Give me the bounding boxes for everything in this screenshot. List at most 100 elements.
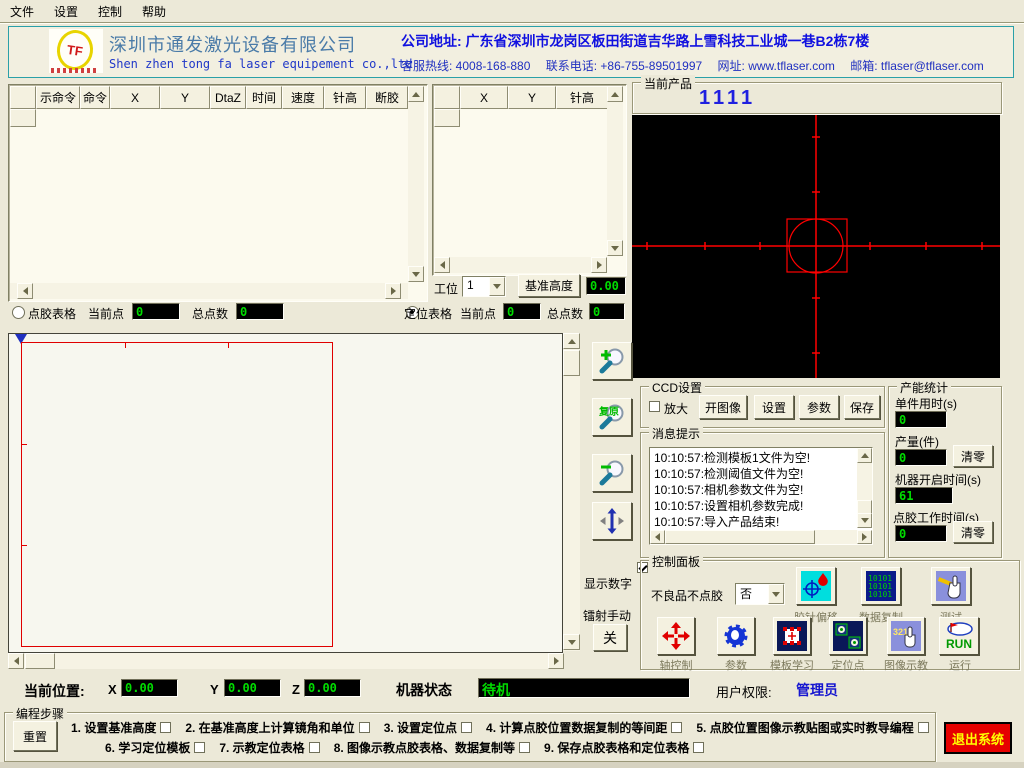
step-9-checkbox[interactable] (693, 742, 704, 753)
zoom-out-button[interactable] (592, 454, 632, 492)
dispense-table[interactable]: 示命令 命令 X Y DtaZ 时间 速度 针高 断胶 (8, 84, 428, 302)
step-1-checkbox[interactable] (160, 722, 171, 733)
step-3-checkbox[interactable] (461, 722, 472, 733)
message-group: 消息提示 10:10:57:检测模板1文件为空! 10:10:57:检测阈值文件… (640, 432, 885, 558)
locate-table[interactable]: X Y 针高 (432, 84, 627, 276)
step-8-checkbox[interactable] (519, 742, 530, 753)
scroll-right-icon[interactable] (385, 283, 401, 299)
run-button[interactable]: RUN (939, 617, 979, 655)
locate-point-button[interactable] (829, 617, 867, 655)
ccd-zoom-checkbox[interactable] (649, 401, 660, 412)
skip-defect-select[interactable]: 否 (735, 583, 785, 605)
axis-control-button[interactable] (657, 617, 695, 655)
scroll-right-icon[interactable] (591, 257, 607, 273)
col-time[interactable]: 时间 (246, 86, 282, 109)
clear-worktime-button[interactable]: 清零 (953, 521, 993, 543)
col-x[interactable]: X (460, 86, 508, 109)
col-glue-break[interactable]: 断胶 (366, 86, 408, 109)
menu-bar: 文件 设置 控制 帮助 (0, 0, 1024, 23)
ccd-save-button[interactable]: 保存 (844, 395, 880, 419)
needle-offset-button[interactable] (796, 567, 836, 605)
reset-button[interactable]: 重置 (13, 721, 57, 751)
image-teach-button[interactable]: 321 (887, 617, 925, 655)
base-height-button[interactable]: 基准高度 (518, 274, 580, 297)
col-needle-height[interactable]: 针高 (556, 86, 608, 109)
menu-control[interactable]: 控制 (88, 0, 132, 23)
hscroll-thumb[interactable] (665, 530, 815, 544)
fit-view-button[interactable] (592, 502, 632, 540)
scroll-right-icon[interactable] (548, 653, 564, 669)
scroll-left-icon[interactable] (650, 530, 665, 544)
run-icon: RUN (943, 621, 975, 651)
station-select[interactable]: 1 (462, 276, 506, 297)
scroll-left-icon[interactable] (17, 283, 33, 299)
scroll-up-icon[interactable] (857, 448, 872, 463)
col-command[interactable]: 命令 (80, 86, 110, 109)
laser-toggle-button[interactable]: 关 (593, 624, 627, 651)
dispense-radio-label[interactable]: 点胶表格 (28, 305, 76, 322)
unit-time-value: 0 (895, 411, 947, 428)
unit-time-label: 单件用时(s) (895, 395, 957, 412)
col-speed[interactable]: 速度 (282, 86, 324, 109)
step-7-checkbox[interactable] (309, 742, 320, 753)
restore-view-button[interactable]: 复原 (592, 398, 632, 436)
x-label: X (108, 682, 117, 697)
test-button[interactable] (931, 567, 971, 605)
vscroll-thumb[interactable] (563, 350, 580, 376)
open-image-button[interactable]: 开图像 (699, 395, 747, 419)
scroll-up-icon[interactable] (607, 86, 623, 102)
dispense-vscroll[interactable] (408, 86, 424, 282)
dispense-table-header: 示命令 命令 X Y DtaZ 时间 速度 针高 断胶 (10, 86, 408, 109)
scroll-down-icon[interactable] (563, 634, 580, 650)
scroll-down-icon[interactable] (857, 513, 872, 528)
y-label: Y (210, 682, 219, 697)
hscroll-thumb[interactable] (25, 653, 55, 669)
col-dtaz[interactable]: DtaZ (210, 86, 246, 109)
exit-system-button[interactable]: 退出系统 (944, 722, 1012, 754)
locate-point-icon (833, 621, 863, 651)
locate-radio-label[interactable]: 定位表格 (404, 305, 452, 322)
canvas-vscroll[interactable] (563, 333, 580, 651)
step-5-checkbox[interactable] (918, 722, 929, 733)
chevron-down-icon[interactable] (489, 277, 505, 296)
dispense-table-radio[interactable] (12, 306, 25, 319)
scroll-right-icon[interactable] (857, 530, 872, 544)
col-needle-height[interactable]: 针高 (324, 86, 366, 109)
vscroll-thumb[interactable] (857, 500, 872, 514)
step-6-checkbox[interactable] (194, 742, 205, 753)
ccd-setting-button[interactable]: 设置 (754, 395, 794, 419)
param-button[interactable] (717, 617, 755, 655)
scroll-down-icon[interactable] (607, 240, 623, 256)
chevron-down-icon[interactable] (768, 584, 784, 604)
menu-settings[interactable]: 设置 (44, 0, 88, 23)
message-item: 10:10:57:相机参数文件为空! (654, 482, 868, 498)
message-list[interactable]: 10:10:57:检测模板1文件为空! 10:10:57:检测阈值文件为空! 1… (649, 447, 873, 545)
menu-help[interactable]: 帮助 (132, 0, 176, 23)
scroll-down-icon[interactable] (408, 266, 424, 282)
work-canvas[interactable] (8, 333, 563, 653)
scroll-left-icon[interactable] (8, 653, 24, 669)
zoom-in-button[interactable] (592, 342, 632, 380)
step-label: 4. 计算点胶位置数据复制的等间距 (486, 719, 667, 736)
col-y[interactable]: Y (160, 86, 210, 109)
scroll-up-icon[interactable] (408, 86, 424, 102)
dispense-hscroll[interactable] (10, 283, 408, 299)
col-command-icon[interactable]: 示命令 (36, 86, 80, 109)
data-copy-button[interactable]: 10101 10101 10101 (861, 567, 901, 605)
menu-file[interactable]: 文件 (0, 0, 44, 23)
restore-view-icon: 复原 (598, 403, 626, 431)
ccd-param-button[interactable]: 参数 (799, 395, 839, 419)
step-2-checkbox[interactable] (359, 722, 370, 733)
locate-vscroll[interactable] (607, 86, 623, 256)
fit-view-icon (598, 507, 626, 535)
step-4-checkbox[interactable] (671, 722, 682, 733)
col-x[interactable]: X (110, 86, 160, 109)
needle-offset-icon (801, 571, 831, 601)
template-learn-button[interactable] (773, 617, 811, 655)
canvas-hscroll[interactable] (8, 653, 564, 669)
scroll-left-icon[interactable] (434, 257, 450, 273)
scroll-up-icon[interactable] (563, 333, 580, 349)
col-y[interactable]: Y (508, 86, 556, 109)
clear-yield-button[interactable]: 清零 (953, 445, 993, 467)
locate-hscroll[interactable] (434, 257, 607, 273)
